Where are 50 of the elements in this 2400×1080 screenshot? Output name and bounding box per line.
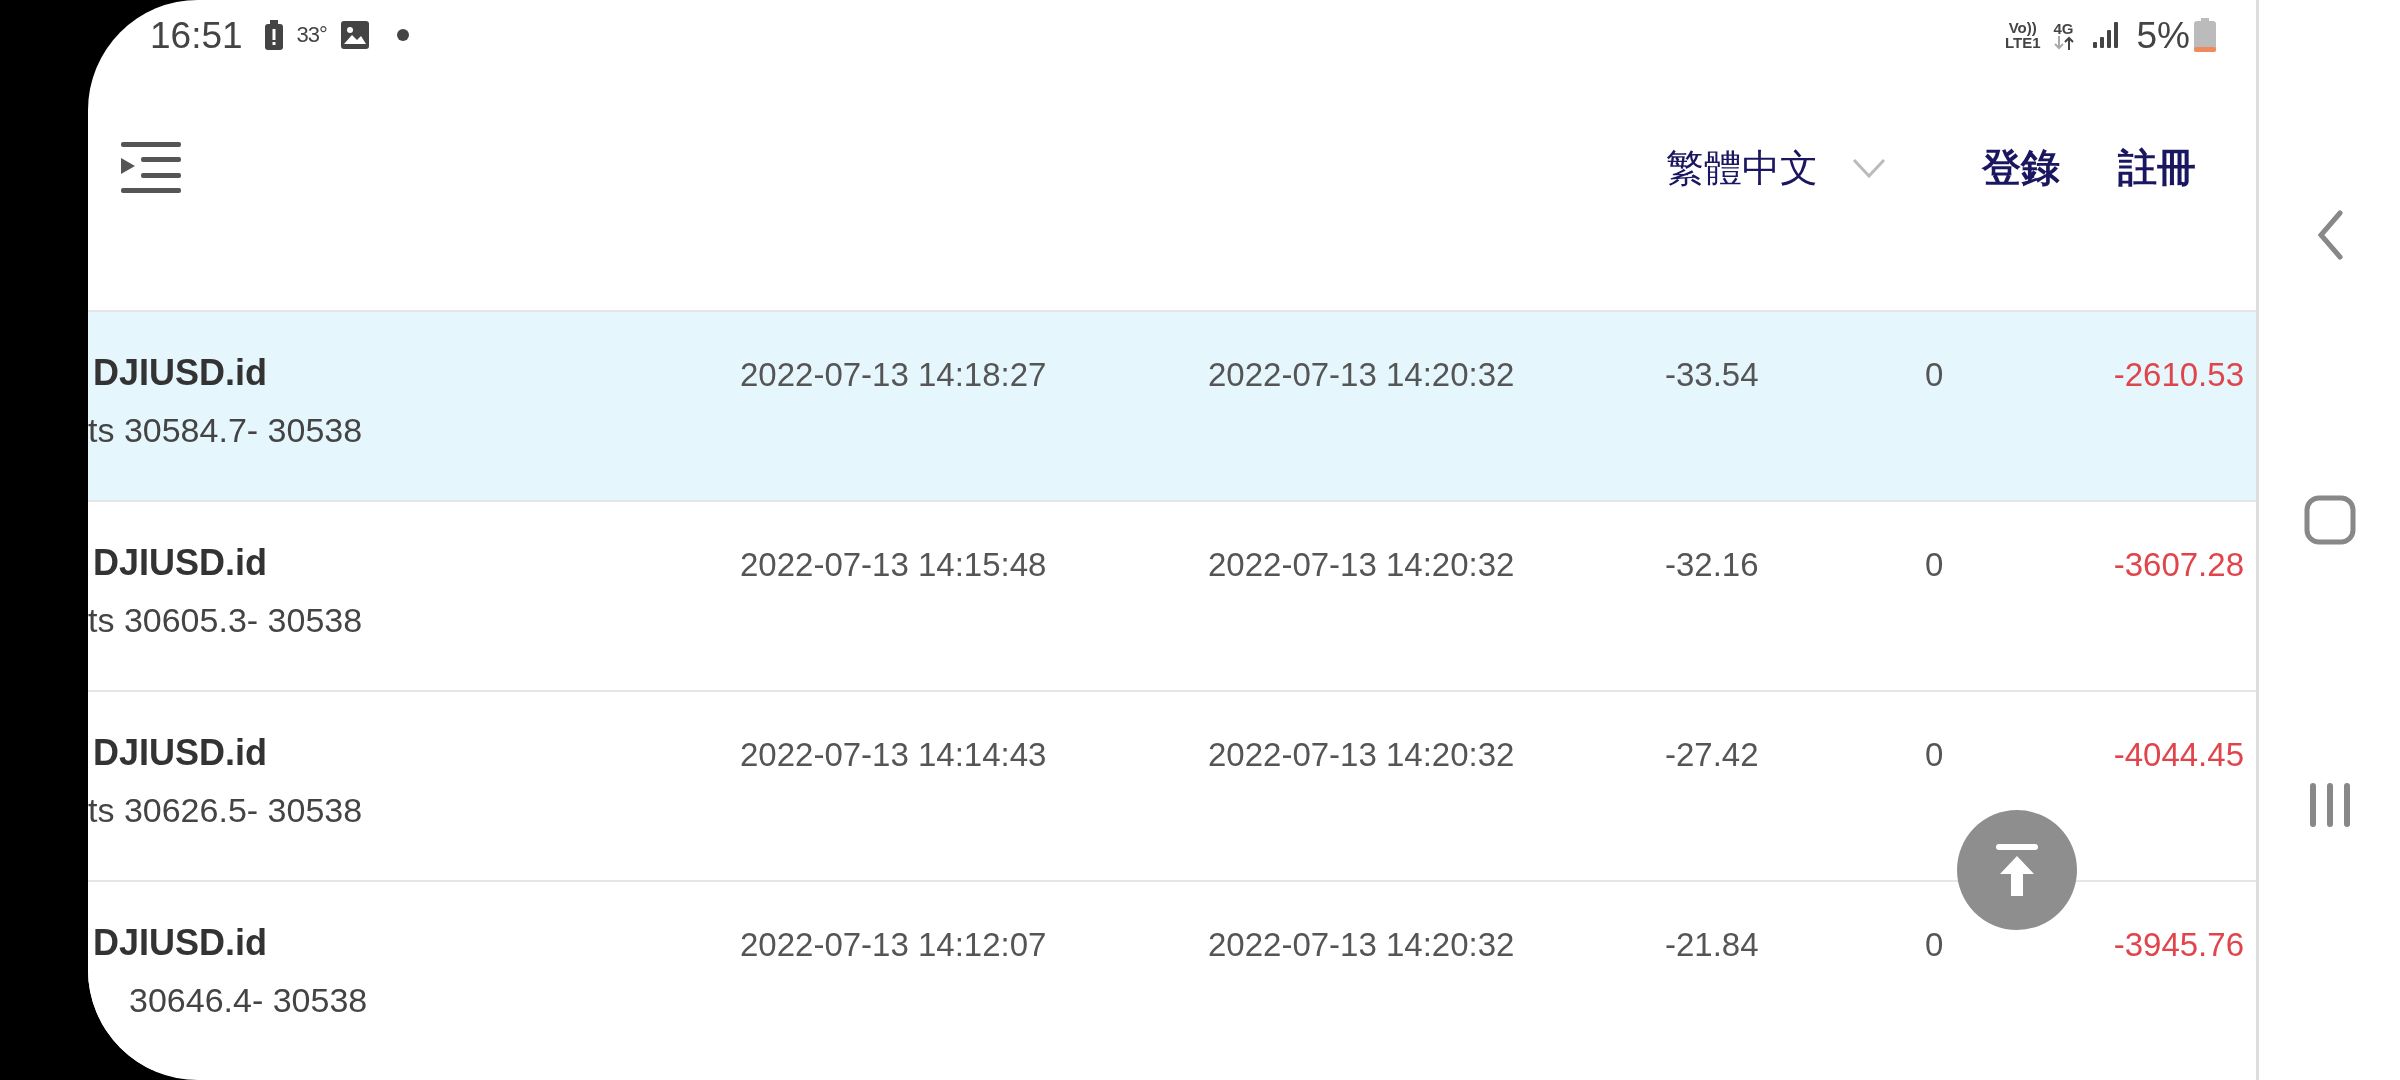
close-time-cell-text: 2022-07-13 14:20:32 bbox=[1208, 545, 1516, 585]
profit-cell-text: -2610.53 bbox=[2112, 355, 2245, 395]
language-dropdown[interactable]: 繁體中文 bbox=[1666, 148, 1886, 187]
menu-icon[interactable] bbox=[121, 141, 183, 194]
open-time-cell-text: 2022-07-13 14:15:48 bbox=[740, 545, 1048, 585]
lte-text: LTE1 bbox=[2004, 35, 2041, 50]
price-range-text: ts 30584.7- 30538 bbox=[88, 410, 364, 451]
open-time-cell-text: 2022-07-13 14:18:27 bbox=[740, 355, 1048, 395]
dot-icon bbox=[396, 29, 409, 41]
arrow-up-to-line-icon bbox=[1996, 844, 2038, 896]
close-time-cell-text: 2022-07-13 14:20:32 bbox=[1208, 735, 1516, 775]
symbol-text: DJIUSD.id bbox=[93, 731, 269, 775]
profit-cell-text: -4044.45 bbox=[2112, 735, 2245, 775]
points-cell-text: -32.16 bbox=[1665, 545, 1760, 585]
close-time-cell-text: 2022-07-13 14:20:32 bbox=[1208, 925, 1516, 965]
chevron-down-icon bbox=[1852, 157, 1886, 178]
symbol-text: DJIUSD.id bbox=[93, 541, 269, 585]
value-cell-text: 0 bbox=[1925, 355, 1945, 395]
login-link[interactable]: 登錄 bbox=[1982, 148, 2060, 187]
battery-percent: 5% bbox=[2136, 16, 2190, 54]
points-cell-text: -27.42 bbox=[1665, 735, 1760, 775]
trade-row[interactable]: DJIUSD.id 30646.4- 30538 2022-07-13 14:12:07 2022-07-13 14:20:32 -21.84 0 -3945.76 bbox=[88, 880, 2256, 1070]
value-cell-text: 0 bbox=[1925, 735, 1945, 775]
trade-row[interactable]: DJIUSD.id ts 30584.7- 30538 2022-07-13 14:18:27 2022-07-13 14:20:32 -33.54 0 -2610.53 bbox=[88, 310, 2256, 500]
volte-text: Vo)) bbox=[2008, 20, 2037, 35]
profit-cell-text: -3607.28 bbox=[2112, 545, 2245, 585]
profit-cell-text: -3945.76 bbox=[2112, 925, 2245, 965]
price-range-text: ts 30605.3- 30538 bbox=[88, 600, 364, 641]
value-cell-text: 0 bbox=[1925, 545, 1945, 585]
symbol-text: DJIUSD.id bbox=[93, 351, 269, 395]
image-icon bbox=[340, 21, 369, 49]
data-arrows-icon bbox=[2052, 35, 2075, 50]
temperature-text: 33° bbox=[296, 24, 327, 46]
price-range-text: ts 30626.5- 30538 bbox=[88, 790, 364, 831]
points-cell-text: -21.84 bbox=[1665, 925, 1760, 965]
symbol-text: DJIUSD.id bbox=[93, 921, 269, 965]
price-range-text: 30646.4- 30538 bbox=[128, 980, 369, 1021]
close-time-cell-text: 2022-07-13 14:20:32 bbox=[1208, 355, 1516, 395]
value-cell-text: 0 bbox=[1925, 925, 1945, 965]
open-time-cell-text: 2022-07-13 14:14:43 bbox=[740, 735, 1048, 775]
open-time-cell-text: 2022-07-13 14:12:07 bbox=[740, 925, 1048, 965]
battery-alert-icon bbox=[264, 20, 283, 50]
battery-icon bbox=[2194, 18, 2216, 52]
signal-icon bbox=[2092, 22, 2121, 48]
points-cell-text: -33.54 bbox=[1665, 355, 1760, 395]
network-type-text: 4G bbox=[2053, 20, 2074, 36]
clock-time: 16:51 bbox=[150, 16, 243, 54]
back-icon[interactable] bbox=[2316, 210, 2343, 260]
register-link[interactable]: 註冊 bbox=[2118, 148, 2196, 187]
home-icon[interactable] bbox=[2303, 495, 2356, 545]
